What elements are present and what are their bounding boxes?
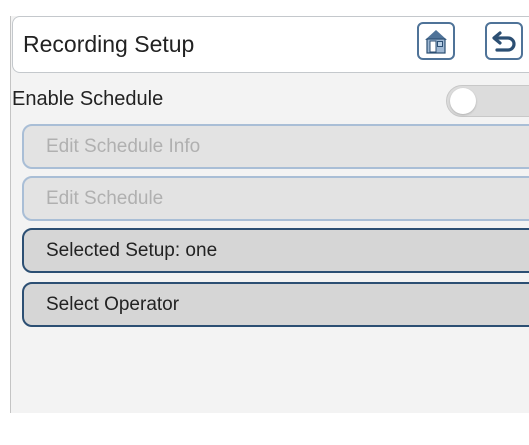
- edit-schedule-label: Edit Schedule: [46, 187, 164, 209]
- select-operator-label: Select Operator: [46, 293, 180, 315]
- select-operator-button[interactable]: Select Operator: [22, 282, 529, 327]
- toggle-knob: [450, 88, 476, 114]
- edit-schedule-info-button[interactable]: Edit Schedule Info: [22, 124, 529, 169]
- selected-setup-label: Selected Setup: one: [46, 239, 218, 261]
- selected-setup-button[interactable]: Selected Setup: one: [22, 228, 529, 273]
- back-button[interactable]: [485, 22, 523, 60]
- edit-schedule-info-label: Edit Schedule Info: [46, 135, 201, 157]
- enable-schedule-label: Enable Schedule: [12, 88, 164, 110]
- enable-schedule-toggle[interactable]: [446, 85, 529, 117]
- edit-schedule-button[interactable]: Edit Schedule: [22, 176, 529, 221]
- back-arrow-icon: [492, 31, 516, 52]
- settings-button[interactable]: [417, 22, 455, 60]
- kiosk-settings-icon: [425, 30, 447, 54]
- page-title: Recording Setup: [23, 31, 195, 57]
